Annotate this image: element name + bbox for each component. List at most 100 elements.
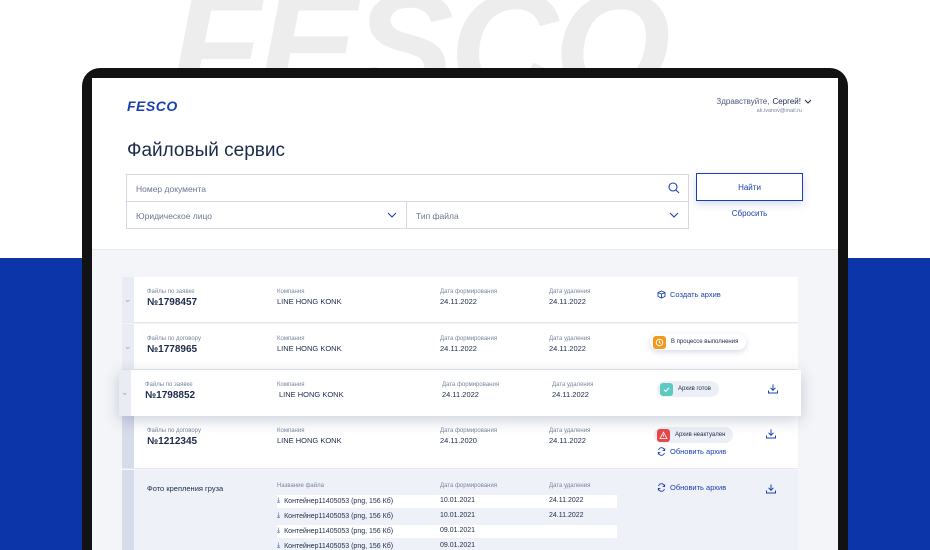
document-number-placeholder: Номер документа (136, 184, 206, 194)
page-title: Файловый сервис (127, 140, 285, 161)
download-icon[interactable]: ⤓ (277, 527, 280, 535)
chevron-down-icon[interactable] (804, 99, 812, 105)
check-icon (660, 382, 673, 396)
refresh-archive-button[interactable]: Обновить архив (657, 483, 726, 492)
deletion-date-value: 24.11.2022 (549, 297, 586, 306)
download-icon[interactable]: ⤓ (277, 542, 280, 550)
chevron-down-icon[interactable]: ⌄ (124, 294, 132, 305)
header-area: FESCO Здравствуйте, Сергей! ak.ivanov@ma… (92, 78, 838, 250)
file-row[interactable]: ⤓ Контейнер11405053 (png, 156 Кб) 10.01.2… (277, 495, 617, 508)
company-label: Компания (277, 382, 305, 388)
create-archive-label: Создать архив (670, 290, 721, 299)
deletion-date-value: 24.11.2022 (552, 390, 589, 399)
refresh-archive-button[interactable]: Обновить архив (657, 447, 726, 456)
row-number: №1798852 (145, 390, 196, 401)
document-number-field[interactable]: Номер документа (127, 175, 688, 202)
row-number: №1212345 (147, 436, 198, 447)
file-type-placeholder: Тип файла (416, 211, 459, 221)
formed-date-value: 24.11.2022 (442, 390, 479, 399)
deletion-date-label: Дата удаления (549, 289, 591, 295)
download-icon[interactable] (765, 483, 777, 495)
create-archive-button[interactable]: Создать архив (657, 290, 721, 299)
chevron-down-icon[interactable]: ⌄ (124, 341, 132, 352)
status-badge: В процессе выполнения (650, 334, 747, 350)
list-item[interactable]: ⌄ Файлы по заявке №1798457 Компания LINE… (122, 277, 798, 323)
legal-entity-select[interactable]: Юридическое лицо (127, 202, 407, 229)
deletion-date-value: 24.11.2022 (549, 436, 586, 445)
group-title: Фото крепления груза (147, 484, 224, 493)
find-button[interactable]: Найти (696, 173, 803, 201)
row-number: №1778965 (147, 344, 198, 355)
file-row[interactable]: ⤓ Контейнер11405053 (png, 156 Кб) 09.01.2… (277, 540, 617, 550)
list-item[interactable]: Файлы по договору №1212345 Компания LINE… (122, 416, 798, 469)
refresh-archive-label: Обновить архив (670, 483, 727, 492)
search-icon[interactable] (668, 182, 680, 194)
refresh-archive-label: Обновить архив (670, 447, 727, 456)
file-formed-date: 09.01.2021 (440, 527, 476, 534)
reset-link[interactable]: Сбросить (696, 209, 803, 218)
deletion-date-label: Дата удаления (552, 382, 594, 388)
file-row[interactable]: ⤓ Контейнер11405053 (png, 156 Кб) 10.01.2… (277, 510, 617, 523)
user-menu[interactable]: Здравствуйте, Сергей! (716, 97, 812, 106)
formed-date-value: 24.11.2022 (440, 297, 477, 306)
search-form: Номер документа Юридическое лицо Тип фай… (126, 174, 689, 229)
list-item[interactable]: ⌄ Файлы по договору №1778965 Компания LI… (122, 324, 798, 370)
deletion-date-value: 24.11.2022 (549, 344, 586, 353)
status-badge: Архив готов (657, 381, 719, 397)
row-gutter: ⌄ (122, 277, 134, 322)
row-number: №1798457 (147, 297, 198, 308)
file-formed-date: 09.01.2021 (440, 542, 476, 549)
list-item-hovered[interactable]: ⌄ Файлы по заявке №1798852 Компания LINE… (119, 370, 801, 416)
company-label: Компания (277, 428, 305, 434)
file-row[interactable]: ⤓ Контейнер11405053 (png, 156 Кб) 09.01.2… (277, 525, 617, 538)
download-icon[interactable]: ⤓ (277, 497, 280, 505)
fesco-logo[interactable]: FESCO (127, 98, 178, 114)
formed-date-label: Дата формирования (440, 428, 498, 434)
file-name: Контейнер11405053 (png, 156 Кб) (284, 542, 394, 550)
file-name-label: Название файла (277, 483, 324, 489)
formed-date-label: Дата формирования (442, 382, 500, 388)
deletion-date-label: Дата удаления (549, 428, 591, 434)
company-value: LINE HONG KONK (279, 390, 344, 399)
download-icon[interactable]: ⤓ (277, 512, 280, 520)
file-name: Контейнер11405053 (png, 156 Кб) (284, 527, 394, 535)
user-email: ak.ivanov@mail.ru (756, 108, 802, 114)
row-gutter (122, 470, 134, 550)
download-icon[interactable] (765, 428, 777, 440)
file-name: Контейнер11405053 (png, 156 Кб) (284, 497, 394, 505)
file-type-select[interactable]: Тип файла (407, 202, 688, 229)
chevron-down-icon[interactable]: ⌄ (121, 387, 129, 398)
chevron-down-icon (387, 212, 397, 218)
expanded-file-group: Фото крепления груза Название файла Дата… (122, 470, 798, 550)
row-type-label: Файлы по договору (147, 336, 201, 342)
row-type-label: Файлы по заявке (145, 382, 193, 388)
refresh-icon (657, 483, 666, 492)
file-deletion-date: 24.11.2022 (549, 497, 584, 504)
clock-icon (653, 335, 666, 349)
company-value: LINE HONG KONK (277, 344, 342, 353)
box-icon (657, 290, 666, 299)
formed-date-label: Дата формирования (440, 483, 498, 489)
row-type-label: Файлы по заявке (147, 289, 195, 295)
row-type-label: Файлы по договору (147, 428, 201, 434)
user-name: Сергей! (772, 97, 801, 106)
status-text: Архив неактуален (675, 432, 726, 438)
app-screen: FESCO Здравствуйте, Сергей! ak.ivanov@ma… (92, 78, 838, 550)
download-icon[interactable] (767, 383, 779, 395)
file-deletion-date: 24.11.2022 (549, 512, 584, 519)
status-badge: Архив неактуален (654, 427, 734, 443)
row-gutter: ⌄ (122, 324, 134, 369)
row-gutter: ⌄ (119, 370, 131, 416)
row-gutter (122, 416, 134, 468)
file-name: Контейнер11405053 (png, 156 Кб) (284, 512, 394, 520)
formed-date-value: 24.11.2022 (440, 344, 477, 353)
legal-entity-placeholder: Юридическое лицо (136, 211, 213, 221)
formed-date-label: Дата формирования (440, 289, 498, 295)
deletion-date-label: Дата удаления (549, 336, 591, 342)
company-value: LINE HONG KONK (277, 297, 342, 306)
formed-date-value: 24.11.2020 (440, 436, 477, 445)
company-label: Компания (277, 289, 305, 295)
deletion-date-label: Дата удаления (549, 483, 591, 489)
chevron-down-icon (669, 212, 679, 218)
file-formed-date: 10.01.2021 (440, 497, 476, 504)
